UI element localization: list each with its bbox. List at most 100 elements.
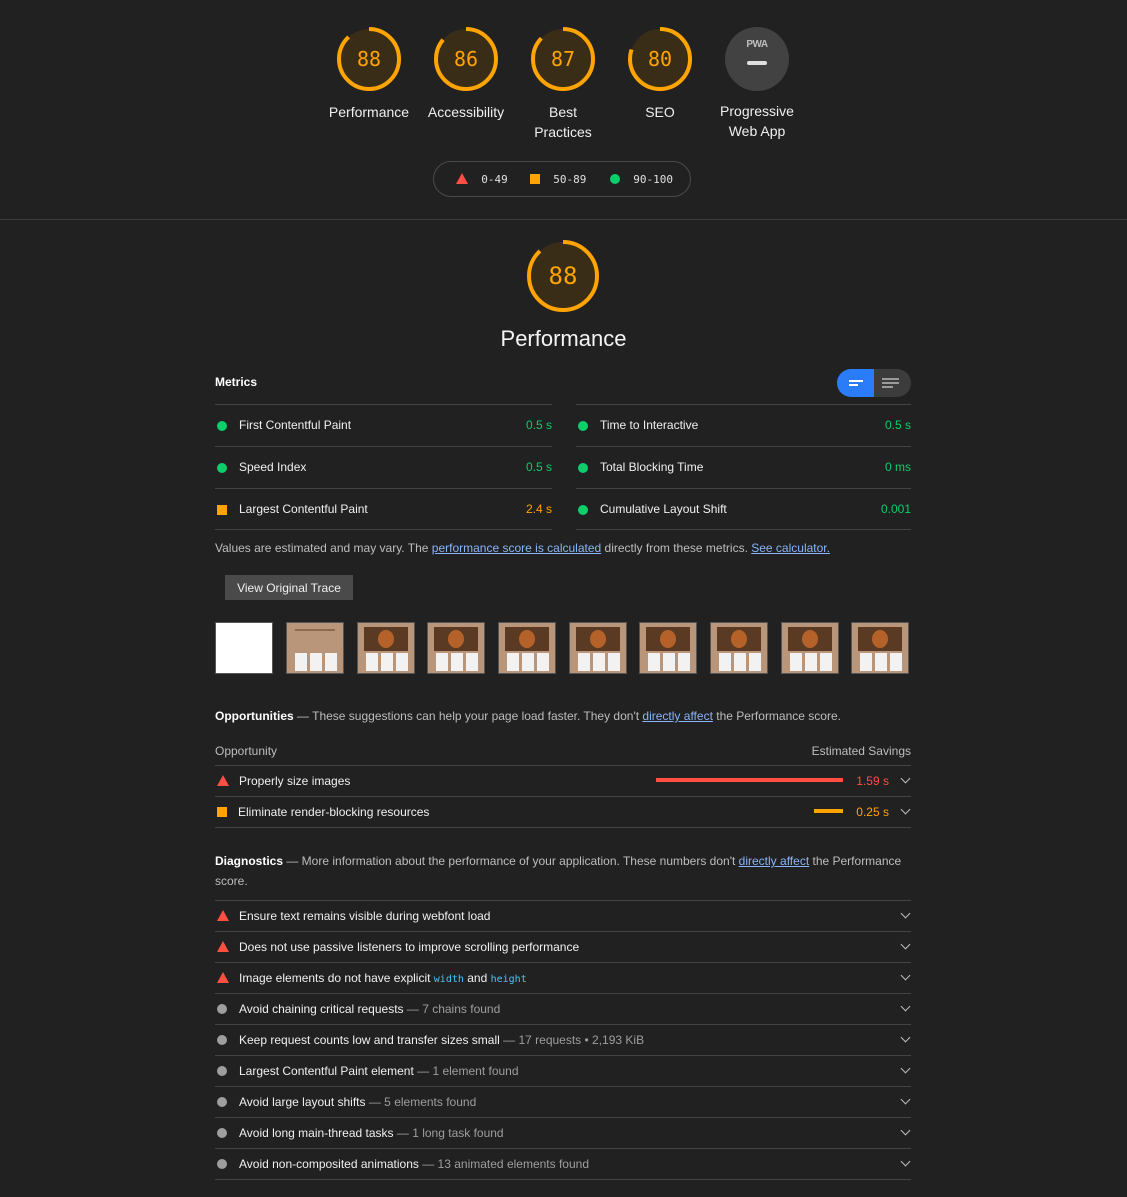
fail-triangle-icon	[217, 972, 229, 983]
savings-bar	[656, 778, 843, 782]
metric-name: Cumulative Layout Shift	[600, 502, 727, 516]
diagnostic-subtitle: — 7 chains found	[403, 1002, 501, 1016]
performance-score: 88	[548, 262, 578, 290]
diagnostic-subtitle: — 1 element found	[413, 1064, 519, 1078]
diagnostic-subtitle: — 1 long task found	[393, 1126, 504, 1140]
opportunities-columns: Opportunity Estimated Savings	[215, 744, 911, 758]
disclaimer-text: directly from these metrics.	[601, 541, 752, 555]
chevron-down-icon[interactable]	[900, 1125, 911, 1136]
column-opportunity: Opportunity	[215, 744, 278, 758]
compact-view-icon[interactable]	[837, 369, 874, 397]
filmstrip-frame	[427, 622, 485, 674]
metrics-left-column: First Contentful Paint 0.5 s Speed Index…	[215, 404, 552, 530]
diagnostic-title: Avoid non-composited animations — 13 ani…	[239, 1157, 589, 1171]
gauge-seo[interactable]: 80 SEO	[610, 26, 710, 122]
metric-total-blocking-time: Total Blocking Time 0 ms	[576, 446, 911, 488]
diagnostic-title: Avoid long main-thread tasks — 1 long ta…	[239, 1126, 504, 1140]
chevron-down-icon[interactable]	[900, 908, 911, 919]
gauge-label: Accessibility	[427, 104, 505, 120]
opportunities-desc: the Performance score.	[712, 709, 841, 723]
diagnostic-title-text: Keep request counts low and transfer siz…	[239, 1033, 500, 1047]
metrics-disclaimer: Values are estimated and may vary. The p…	[215, 541, 830, 555]
metric-cumulative-layout-shift: Cumulative Layout Shift 0.001	[576, 488, 911, 530]
diagnostic-request-counts[interactable]: Keep request counts low and transfer siz…	[215, 1024, 911, 1055]
pass-circle-icon	[217, 463, 227, 473]
metric-speed-index: Speed Index 0.5 s	[215, 446, 552, 488]
diagnostic-subtitle: — 13 animated elements found	[418, 1157, 589, 1171]
directly-affect-link[interactable]: directly affect	[642, 709, 712, 723]
chevron-down-icon[interactable]	[900, 1094, 911, 1105]
chevron-down-icon[interactable]	[900, 1001, 911, 1012]
diagnostic-title: Ensure text remains visible during webfo…	[239, 909, 491, 923]
chevron-down-icon[interactable]	[900, 1063, 911, 1074]
chevron-down-icon[interactable]	[900, 939, 911, 950]
chevron-down-icon[interactable]	[900, 773, 911, 784]
pwa-dash-icon	[747, 61, 767, 65]
filmstrip-frame	[639, 622, 697, 674]
filmstrip-frame	[851, 622, 909, 674]
metric-name: First Contentful Paint	[239, 418, 352, 432]
chevron-down-icon[interactable]	[900, 1032, 911, 1043]
chevron-down-icon[interactable]	[900, 970, 911, 981]
score-calculated-link[interactable]: performance score is calculated	[432, 541, 601, 555]
filmstrip-frame	[710, 622, 768, 674]
gauge-best-practices[interactable]: 87 Best Practices	[513, 26, 613, 142]
directly-affect-link[interactable]: directly affect	[739, 854, 809, 868]
metric-value: 0.001	[880, 502, 911, 516]
savings-value: 1.59 s	[856, 774, 889, 788]
gauge-accessibility[interactable]: 86 Accessibility	[416, 26, 516, 122]
category-gauges: 88 Performance 86 Accessibility 87 Best …	[0, 0, 1127, 220]
metric-largest-contentful-paint: Largest Contentful Paint 2.4 s	[215, 488, 552, 530]
gauge-score: 86	[453, 47, 479, 71]
legend-fail-range: 0-49	[481, 173, 508, 186]
see-calculator-link[interactable]: See calculator.	[751, 541, 830, 555]
metrics-right-column: Time to Interactive 0.5 s Total Blocking…	[576, 404, 911, 530]
diagnostic-image-dimensions[interactable]: Image elements do not have explicit widt…	[215, 962, 911, 993]
diagnostic-layout-shifts[interactable]: Avoid large layout shifts — 5 elements f…	[215, 1086, 911, 1117]
diagnostic-title: Largest Contentful Paint element — 1 ele…	[239, 1064, 519, 1078]
code-width: width	[433, 974, 464, 985]
filmstrip-frame	[357, 622, 415, 674]
opportunities-header: Opportunities — These suggestions can he…	[215, 709, 911, 723]
gauge-score: 88	[356, 47, 382, 71]
diagnostic-passive-listeners[interactable]: Does not use passive listeners to improv…	[215, 931, 911, 962]
diagnostic-non-composited-animations[interactable]: Avoid non-composited animations — 13 ani…	[215, 1148, 911, 1180]
diagnostic-title-text: Image elements do not have explicit	[239, 971, 434, 985]
pass-circle-icon	[578, 463, 588, 473]
metric-value: 2.4 s	[525, 502, 552, 516]
fail-triangle-icon	[456, 173, 468, 184]
view-original-trace-button[interactable]: View Original Trace	[225, 575, 353, 600]
metric-value: 0 ms	[884, 460, 911, 474]
column-estimated-savings: Estimated Savings	[811, 744, 911, 758]
average-square-icon	[217, 505, 227, 515]
opportunity-properly-size-images[interactable]: Properly size images 1.59 s	[215, 765, 911, 796]
pwa-icon: PWA	[725, 27, 789, 91]
diagnostic-subtitle: — 5 elements found	[365, 1095, 477, 1109]
gauge-score: 80	[647, 47, 673, 71]
diagnostic-title-text: Avoid non-composited animations	[239, 1157, 419, 1171]
opportunity-render-blocking[interactable]: Eliminate render-blocking resources 0.25…	[215, 796, 911, 828]
diagnostic-title: Avoid large layout shifts — 5 elements f…	[239, 1095, 476, 1109]
diagnostic-critical-requests[interactable]: Avoid chaining critical requests — 7 cha…	[215, 993, 911, 1024]
chevron-down-icon[interactable]	[900, 804, 911, 815]
metric-name: Largest Contentful Paint	[239, 502, 368, 516]
diagnostic-lcp-element[interactable]: Largest Contentful Paint element — 1 ele…	[215, 1055, 911, 1086]
chevron-down-icon[interactable]	[900, 1156, 911, 1167]
disclaimer-text: Values are estimated and may vary. The	[215, 541, 432, 555]
metric-value: 0.5 s	[525, 460, 552, 474]
pwa-badge-text: PWA	[746, 39, 768, 50]
diagnostic-webfont-visible[interactable]: Ensure text remains visible during webfo…	[215, 900, 911, 931]
diagnostic-long-tasks[interactable]: Avoid long main-thread tasks — 1 long ta…	[215, 1117, 911, 1148]
code-height: height	[490, 974, 527, 985]
gauge-label: Performance	[328, 104, 410, 120]
legend-average-range: 50-89	[553, 173, 587, 186]
opportunity-title: Eliminate render-blocking resources	[238, 805, 430, 819]
metrics-view-toggle[interactable]	[837, 369, 911, 397]
gauge-score: 87	[550, 47, 576, 71]
gauge-performance[interactable]: 88 Performance	[319, 26, 419, 122]
info-circle-icon	[217, 1004, 227, 1014]
diagnostic-title-text: and	[463, 971, 491, 985]
gauge-pwa[interactable]: PWA Progressive Web App	[707, 26, 807, 141]
info-circle-icon	[217, 1066, 227, 1076]
metrics-heading: Metrics	[215, 375, 258, 389]
